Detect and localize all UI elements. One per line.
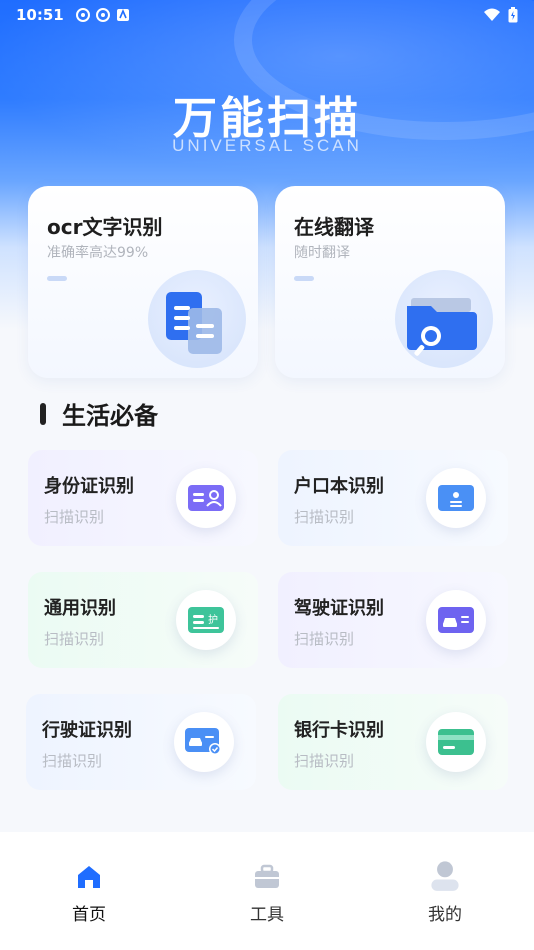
translate-card-subtitle: 随时翻译 <box>294 245 350 261</box>
tool-title: 通用识别 <box>44 598 116 619</box>
nav-home[interactable]: 首页 <box>0 832 178 950</box>
household-register-icon <box>426 468 486 528</box>
id-card-icon <box>176 468 236 528</box>
bank-card-tool[interactable]: 银行卡识别 扫描识别 <box>278 694 508 790</box>
tool-title: 行驶证识别 <box>42 720 132 741</box>
driver-license-icon <box>426 590 486 650</box>
bottom-navigation: 首页 工具 我的 <box>0 832 534 950</box>
tool-title: 户口本识别 <box>294 476 384 497</box>
driver-license-tool[interactable]: 驾驶证识别 扫描识别 <box>278 572 508 668</box>
translate-card[interactable]: 在线翻译 随时翻译 <box>275 186 505 378</box>
app-notification-icon <box>116 8 129 21</box>
general-scan-icon: 护 <box>176 590 236 650</box>
status-time: 10:51 <box>16 6 64 24</box>
wifi-icon <box>484 8 500 21</box>
translate-card-title: 在线翻译 <box>294 215 374 239</box>
battery-icon <box>508 7 518 23</box>
toolbox-icon <box>255 864 279 888</box>
app-subtitle: UNIVERSAL SCAN <box>172 136 362 155</box>
id-card-tool[interactable]: 身份证识别 扫描识别 <box>28 450 258 546</box>
tool-subtitle: 扫描识别 <box>294 752 355 770</box>
bank-card-icon <box>426 712 486 772</box>
tool-title: 身份证识别 <box>44 476 134 497</box>
general-scan-tool[interactable]: 通用识别 扫描识别 护 <box>28 572 258 668</box>
card-indicator <box>294 276 314 281</box>
card-indicator <box>47 276 67 281</box>
ocr-card-title: ocr文字识别 <box>47 215 163 239</box>
document-stack-icon <box>148 270 246 368</box>
sync-icon <box>75 8 90 22</box>
folder-search-icon <box>395 270 493 368</box>
section-title: 生活必备 <box>62 402 158 430</box>
profile-icon <box>431 861 459 891</box>
tool-subtitle: 扫描识别 <box>294 508 355 526</box>
status-bar: 10:51 <box>0 0 534 30</box>
section-marker <box>40 402 46 425</box>
tool-subtitle: 扫描识别 <box>44 508 105 526</box>
nav-tools[interactable]: 工具 <box>178 832 356 950</box>
section-header: 生活必备 <box>40 396 158 431</box>
sync-icon <box>95 8 110 22</box>
tool-subtitle: 扫描识别 <box>44 630 105 648</box>
household-register-tool[interactable]: 户口本识别 扫描识别 <box>278 450 508 546</box>
tool-title: 驾驶证识别 <box>294 598 384 619</box>
vehicle-license-icon <box>174 712 234 772</box>
tool-subtitle: 扫描识别 <box>42 752 103 770</box>
nav-label: 首页 <box>72 905 106 925</box>
tool-subtitle: 扫描识别 <box>294 630 355 648</box>
nav-label: 工具 <box>250 905 284 925</box>
tool-title: 银行卡识别 <box>294 720 384 741</box>
general-scan-icon-glyph: 护 <box>208 613 218 626</box>
nav-label: 我的 <box>428 905 462 925</box>
home-icon <box>78 866 100 888</box>
vehicle-license-tool[interactable]: 行驶证识别 扫描识别 <box>26 694 256 790</box>
nav-profile[interactable]: 我的 <box>356 832 534 950</box>
ocr-card[interactable]: ocr文字识别 准确率高达99% <box>28 186 258 378</box>
ocr-card-subtitle: 准确率高达99% <box>47 245 149 261</box>
